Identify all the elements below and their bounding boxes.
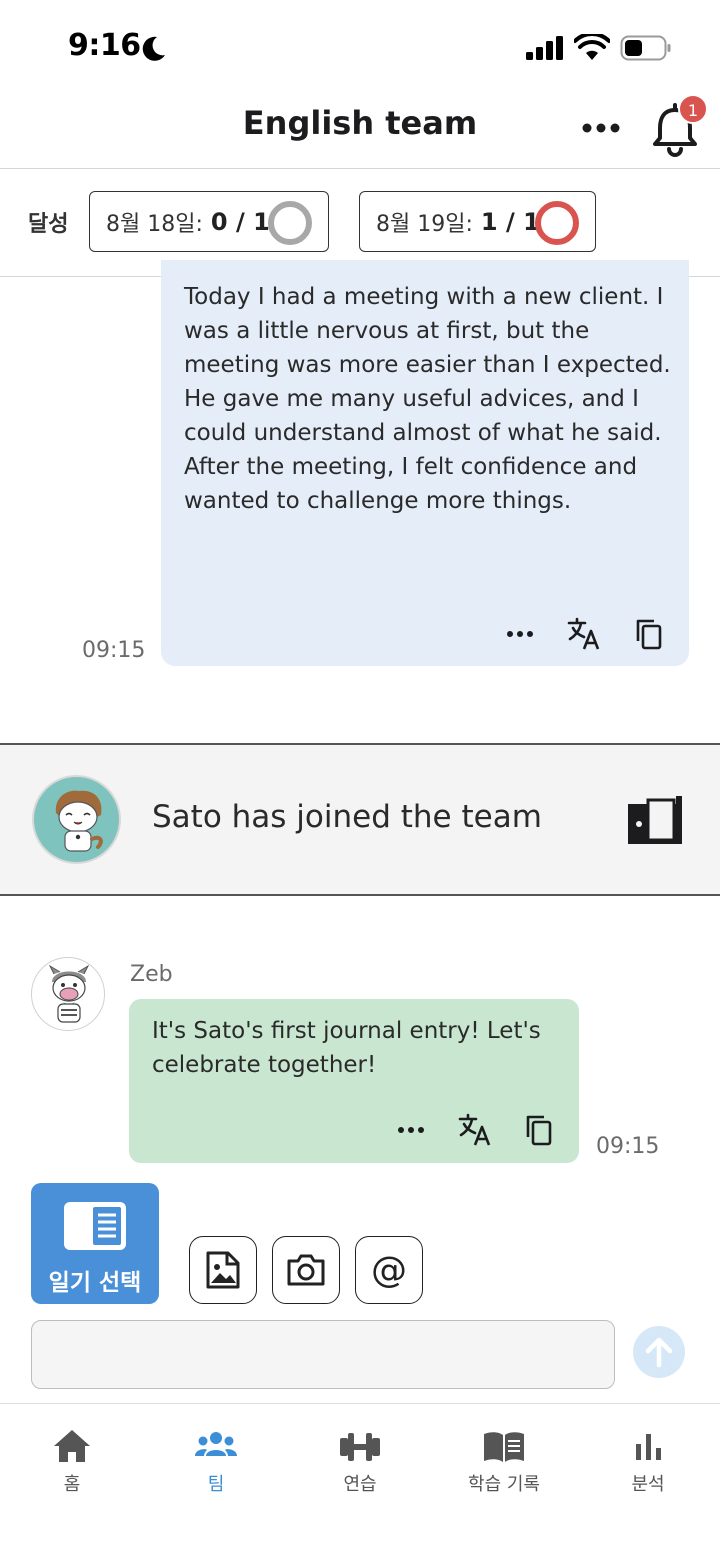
message-input[interactable] xyxy=(31,1320,615,1389)
header-divider xyxy=(0,168,720,169)
copy-icon[interactable] xyxy=(521,1112,557,1148)
home-icon xyxy=(54,1430,90,1462)
notification-badge: 1 xyxy=(678,94,708,124)
more-options-icon[interactable] xyxy=(578,108,624,148)
camera-button[interactable] xyxy=(272,1236,340,1304)
diary-icon xyxy=(64,1202,126,1250)
team-icon xyxy=(195,1432,237,1456)
arrow-up-icon xyxy=(645,1337,673,1368)
nav-label: 연습 xyxy=(343,1474,377,1495)
message-timestamp: 09:15 xyxy=(82,638,146,663)
achievement-count: 0 / 1 xyxy=(210,207,270,236)
nav-label: 분석 xyxy=(631,1474,665,1495)
avatar[interactable] xyxy=(32,775,121,864)
image-file-icon xyxy=(206,1251,240,1289)
achievement-date: 8월 19일: xyxy=(376,211,473,237)
attach-image-button[interactable] xyxy=(189,1236,257,1304)
more-options-icon[interactable] xyxy=(502,616,538,652)
achievement-label: 달성 xyxy=(28,212,69,237)
send-button[interactable] xyxy=(633,1326,685,1378)
own-message-text: Today I had a meeting with a new client.… xyxy=(184,284,671,514)
nav-label: 홈 xyxy=(63,1474,81,1495)
achievement-day-2[interactable]: 8월 19일: 1 / 1 xyxy=(359,191,596,252)
wifi-icon xyxy=(574,34,610,60)
achievement-date: 8월 18일: xyxy=(106,211,203,237)
nav-item-analysis[interactable]: 분석 xyxy=(576,1424,720,1496)
zebra-mascot-icon xyxy=(48,964,90,1023)
mention-button[interactable]: @ xyxy=(355,1236,423,1304)
moon-icon xyxy=(142,36,165,61)
book-icon xyxy=(484,1432,524,1462)
select-diary-label: 일기 선택 xyxy=(48,1270,142,1296)
bot-message-text: It's Sato's first journal entry! Let's c… xyxy=(152,1018,541,1078)
cellular-signal-icon xyxy=(526,36,563,60)
camera-icon xyxy=(287,1254,325,1286)
join-event-text: Sato has joined the team xyxy=(152,799,542,835)
progress-ring-icon xyxy=(268,201,312,245)
cat-mascot-icon xyxy=(55,790,103,852)
nav-item-practice[interactable]: 연습 xyxy=(288,1424,432,1496)
nav-label: 학습 기록 xyxy=(468,1474,540,1495)
more-options-icon[interactable] xyxy=(393,1112,429,1148)
translate-icon[interactable] xyxy=(566,616,602,652)
achievement-day-1[interactable]: 8월 18일: 0 / 1 xyxy=(89,191,329,252)
copy-icon[interactable] xyxy=(631,616,667,652)
dumbbell-icon xyxy=(340,1433,380,1461)
battery-icon xyxy=(620,35,671,61)
status-time: 9:16 xyxy=(68,28,141,63)
nav-item-home[interactable]: 홈 xyxy=(0,1424,144,1496)
at-sign-icon: @ xyxy=(371,1249,407,1291)
avatar[interactable] xyxy=(31,957,105,1031)
bar-chart-icon xyxy=(636,1434,661,1460)
nav-divider xyxy=(0,1403,720,1404)
door-icon[interactable] xyxy=(626,794,684,846)
nav-item-study-log[interactable]: 학습 기록 xyxy=(432,1424,576,1496)
nav-label: 팀 xyxy=(207,1474,225,1495)
progress-ring-icon xyxy=(535,201,579,245)
nav-item-team[interactable]: 팀 xyxy=(144,1424,288,1496)
achievement-count: 1 / 1 xyxy=(480,207,540,236)
translate-icon[interactable] xyxy=(457,1112,493,1148)
message-timestamp: 09:15 xyxy=(596,1134,660,1159)
select-diary-button[interactable]: 일기 선택 xyxy=(31,1183,159,1304)
sender-name: Zeb xyxy=(130,962,173,987)
